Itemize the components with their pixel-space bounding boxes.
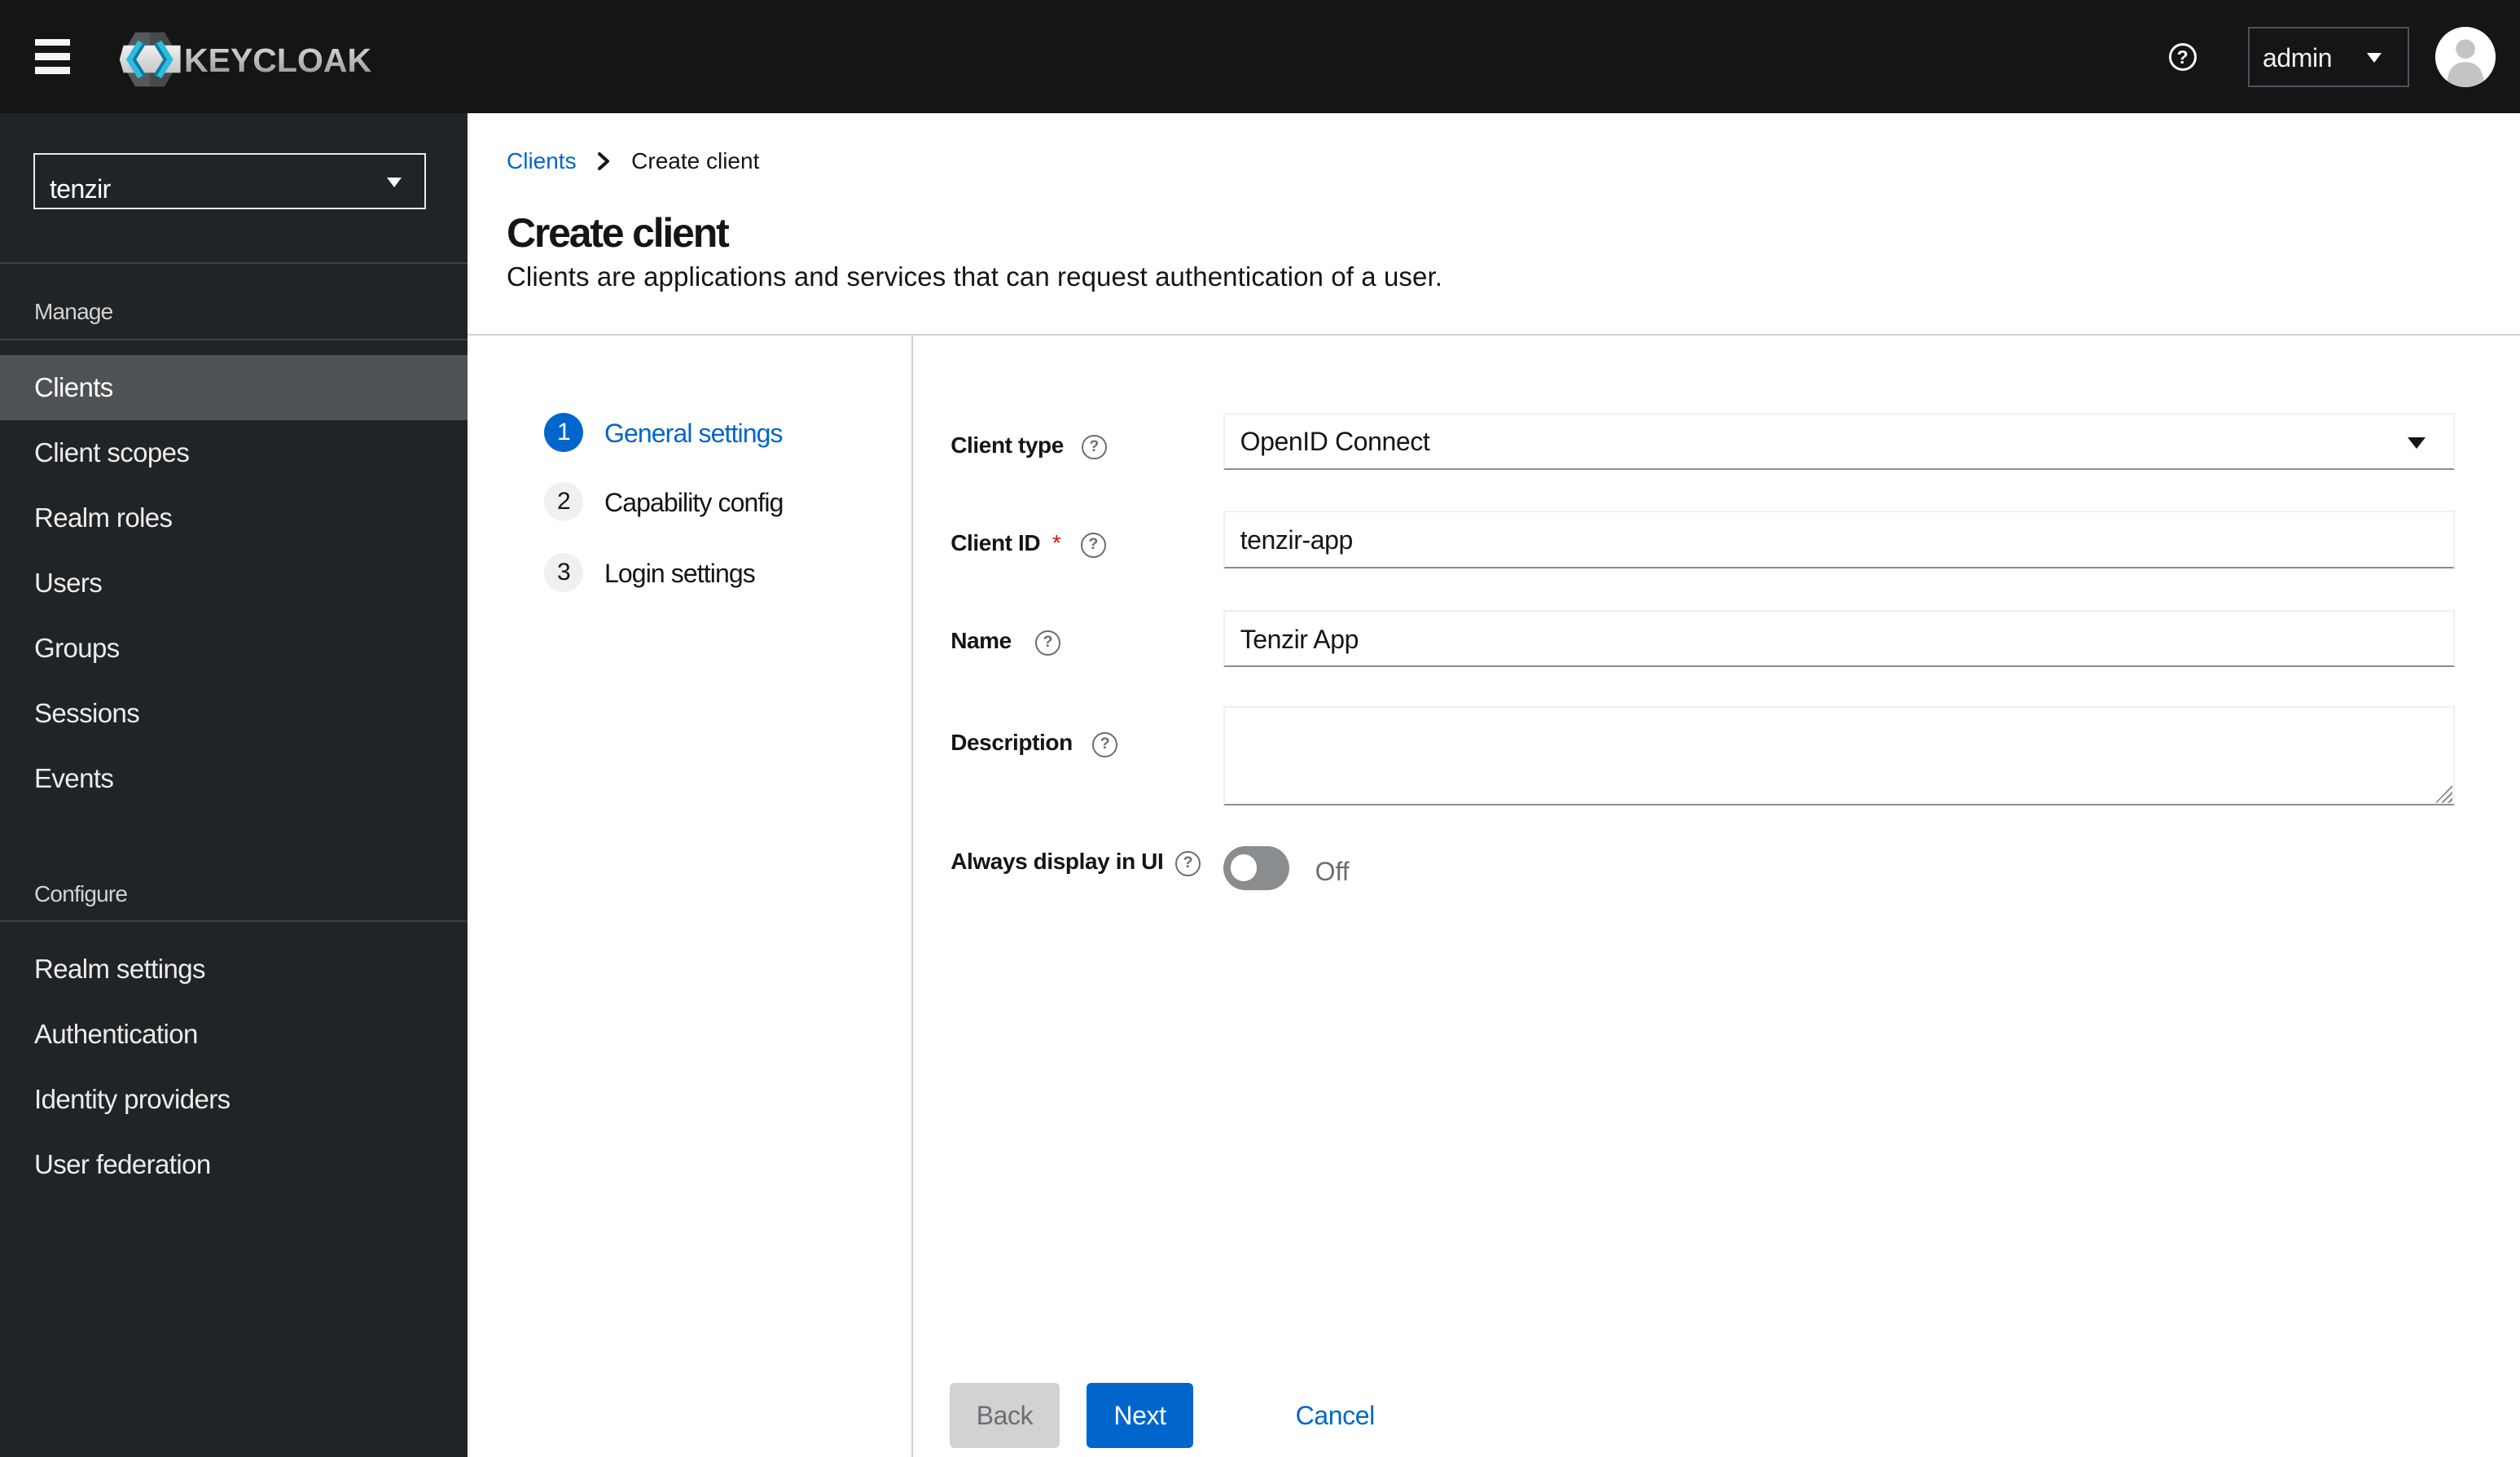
svg-text:KEYCLOAK: KEYCLOAK [184,42,371,79]
